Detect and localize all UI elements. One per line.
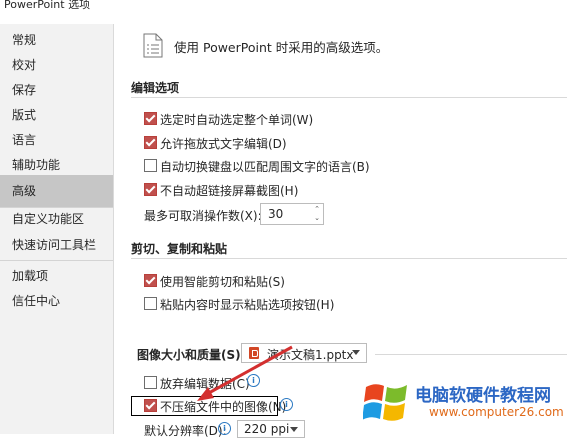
annotation-arrow xyxy=(197,345,293,401)
watermark-title: 电脑软硬件教程网 xyxy=(415,386,551,406)
watermark-url: www.computer26.com xyxy=(429,405,564,419)
windows-logo-icon xyxy=(363,384,407,421)
